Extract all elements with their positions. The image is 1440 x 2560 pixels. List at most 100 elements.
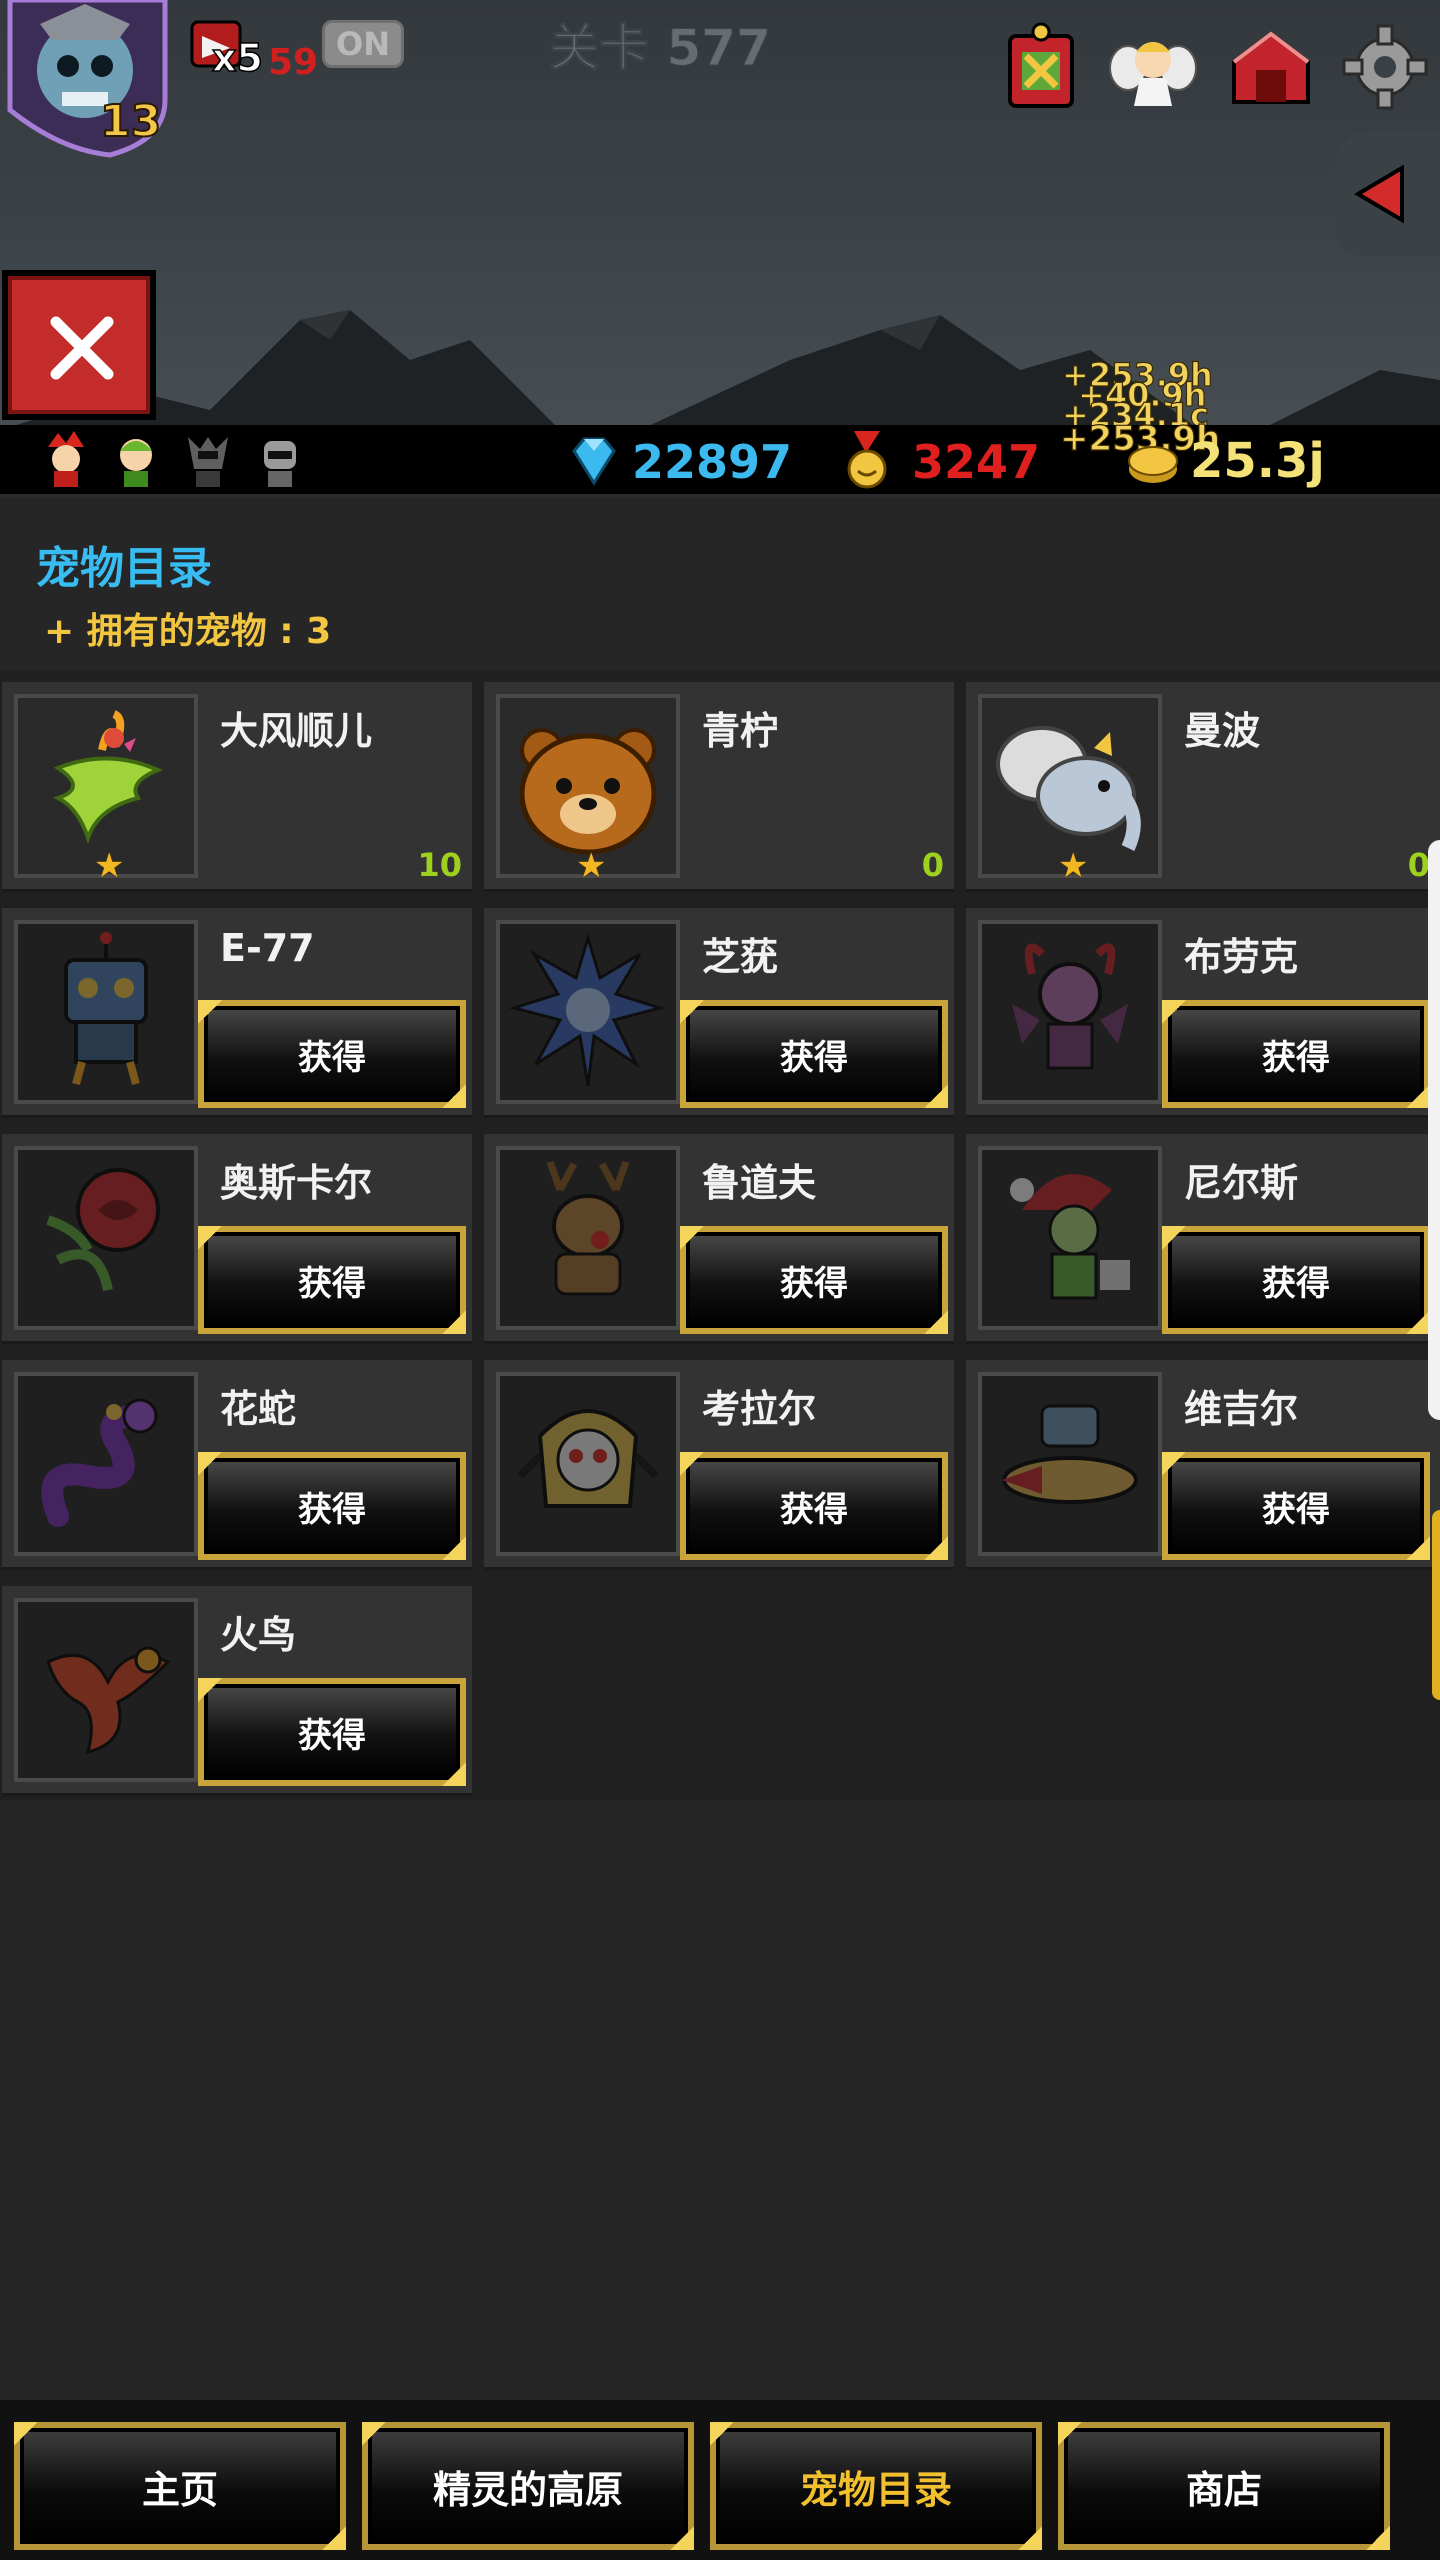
star-icon: ★ — [94, 846, 125, 886]
snake-pet-icon — [18, 1376, 194, 1552]
acquire-button[interactable]: 获得 — [680, 1000, 948, 1108]
spiky-pet-icon — [500, 924, 676, 1100]
pet-card[interactable]: ★ 大风顺儿 10 — [2, 682, 472, 892]
pet-count: 10 — [417, 846, 462, 884]
gold-count: 25.3j — [1190, 433, 1325, 489]
pet-card[interactable]: 维吉尔 获得 — [966, 1360, 1440, 1570]
pet-card[interactable]: 布劳克 获得 — [966, 908, 1440, 1118]
acquire-label: 获得 — [298, 1263, 366, 1304]
nav-home-button[interactable]: 主页 — [14, 2422, 346, 2550]
stage-label: 关卡 577 — [549, 19, 772, 78]
acquire-label: 获得 — [780, 1263, 848, 1304]
pet-card[interactable]: 芝莸 获得 — [484, 908, 954, 1118]
gear-icon — [1342, 24, 1428, 110]
robot-pet-icon — [18, 924, 194, 1100]
pet-thumbnail — [496, 920, 680, 1104]
acquire-button[interactable]: 获得 — [680, 1452, 948, 1560]
acquire-button[interactable]: 获得 — [198, 1452, 466, 1560]
pet-thumbnail — [496, 1146, 680, 1330]
nav-pet-catalog-button[interactable]: 宠物目录 — [710, 2422, 1042, 2550]
pet-name: 鲁道夫 — [702, 1161, 817, 1205]
acquire-label: 获得 — [298, 1489, 366, 1530]
pharaoh-pet-icon — [500, 1376, 676, 1552]
pet-card[interactable]: E-77 获得 — [2, 908, 472, 1118]
pet-card[interactable]: 花蛇 获得 — [2, 1360, 472, 1570]
pet-card[interactable]: 奥斯卡尔 获得 — [2, 1134, 472, 1344]
medal-count: 3247 — [912, 435, 1041, 489]
pet-thumbnail — [14, 1598, 198, 1782]
star-icon: ★ — [1058, 846, 1089, 886]
game-screen: 13 x5 59 ON 关卡 577 +253.9h +40.9h +234.1… — [0, 0, 1440, 2560]
acquire-button[interactable]: 获得 — [1162, 1452, 1430, 1560]
pet-thumbnail — [14, 1146, 198, 1330]
auto-toggle[interactable]: ON — [322, 20, 404, 68]
pet-thumbnail: ★ — [496, 694, 680, 886]
acquire-button[interactable]: 获得 — [198, 1000, 466, 1108]
pet-name: 奥斯卡尔 — [220, 1161, 373, 1205]
resource-bar: 22897 3247 +253.9h 25.3j — [0, 418, 1440, 497]
pet-card[interactable]: 尼尔斯 获得 — [966, 1134, 1440, 1344]
pet-thumbnail — [14, 1372, 198, 1556]
hero-knight-icon — [188, 437, 228, 487]
acquire-button[interactable]: 获得 — [680, 1226, 948, 1334]
hero-red-icon — [48, 431, 84, 487]
acquire-label: 获得 — [1262, 1489, 1330, 1530]
close-icon — [50, 316, 114, 380]
side-panel-edge[interactable] — [1428, 840, 1440, 1420]
pet-name: 大风顺儿 — [220, 709, 373, 753]
nav-home-label: 主页 — [141, 2467, 218, 2512]
plane-pet-icon — [982, 1376, 1158, 1552]
pet-card[interactable]: 鲁道夫 获得 — [484, 1134, 954, 1344]
angel-button[interactable] — [1108, 22, 1198, 112]
rose-pet-icon — [18, 1150, 194, 1326]
owned-pets-count: + 拥有的宠物 : 3 — [44, 611, 332, 652]
banner-icon — [1008, 22, 1074, 108]
pet-card[interactable]: 火鸟 获得 — [2, 1586, 472, 1796]
nav-pet-catalog-label: 宠物目录 — [799, 2467, 952, 2512]
guild-banner-button[interactable] — [996, 22, 1086, 112]
pet-thumbnail — [978, 1372, 1162, 1556]
pet-name: E-77 — [220, 926, 315, 970]
pet-name: 芝莸 — [702, 935, 779, 979]
acquire-label: 获得 — [1262, 1037, 1330, 1078]
nav-spirit-plateau-button[interactable]: 精灵的高原 — [362, 2422, 694, 2550]
mailbox-icon — [1232, 31, 1310, 104]
battle-scene: 13 x5 59 ON 关卡 577 +253.9h +40.9h +234.1… — [0, 0, 1440, 425]
acquire-label: 获得 — [1262, 1263, 1330, 1304]
pet-card[interactable]: 考拉尔 获得 — [484, 1360, 954, 1570]
side-menu-toggle[interactable] — [1334, 132, 1440, 257]
pet-name: 青柠 — [702, 709, 779, 753]
pet-thumbnail — [978, 1146, 1162, 1330]
phoenix-pet-icon — [18, 1602, 194, 1778]
acquire-label: 获得 — [298, 1715, 366, 1756]
settings-button[interactable] — [1340, 22, 1430, 112]
lives-count: x5 — [211, 35, 263, 81]
gem-count: 22897 — [632, 435, 793, 489]
hero-green-icon — [120, 439, 152, 487]
mailbox-button[interactable] — [1226, 22, 1316, 112]
nav-shop-label: 商店 — [1185, 2467, 1262, 2512]
acquire-button[interactable]: 获得 — [1162, 1000, 1430, 1108]
demon-pet-icon — [982, 924, 1158, 1100]
pet-name: 考拉尔 — [702, 1387, 817, 1431]
acquire-button[interactable]: 获得 — [198, 1678, 466, 1786]
pet-count: 0 — [921, 846, 944, 884]
pet-card[interactable]: ★ 青柠 0 — [484, 682, 954, 892]
pet-card[interactable]: ★ 曼波 0 — [966, 682, 1440, 892]
pet-thumbnail — [14, 920, 198, 1104]
gem-icon — [572, 437, 616, 486]
acquire-label: 获得 — [780, 1037, 848, 1078]
close-button[interactable] — [2, 270, 156, 420]
mountain-silhouette — [16, 310, 1440, 425]
pet-count: 0 — [1407, 846, 1430, 884]
acquire-button[interactable]: 获得 — [1162, 1226, 1430, 1334]
acquire-button[interactable]: 获得 — [198, 1226, 466, 1334]
medal-icon — [847, 431, 887, 489]
player-avatar[interactable]: 13 — [0, 0, 170, 160]
hero-robot-icon — [264, 441, 296, 487]
acquire-label: 获得 — [298, 1037, 366, 1078]
side-panel-edge-accent — [1432, 1510, 1440, 1700]
pet-name: 火鸟 — [220, 1613, 297, 1657]
nav-shop-button[interactable]: 商店 — [1058, 2422, 1390, 2550]
lives-timer: 59 — [268, 42, 319, 83]
